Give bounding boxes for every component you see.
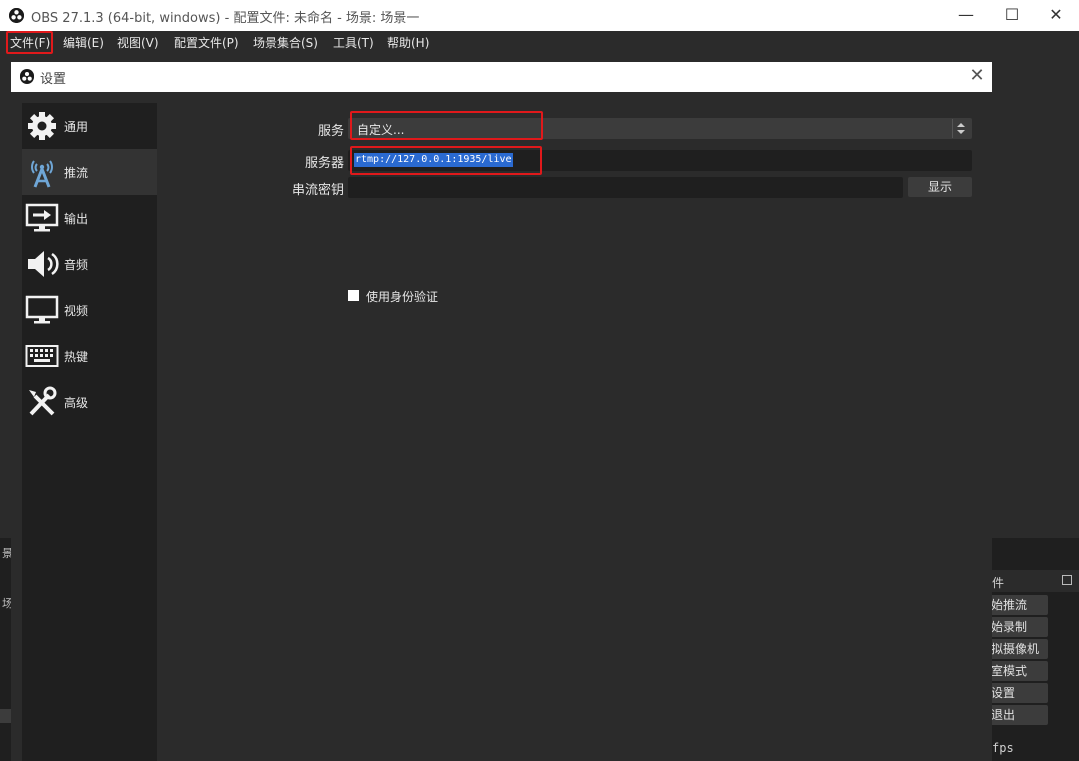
window-titlebar: OBS 27.1.3 (64-bit, windows) - 配置文件: 未命名… — [0, 0, 1079, 31]
output-monitor-arrow-icon — [25, 202, 59, 234]
broadcast-antenna-icon — [25, 156, 59, 188]
use-auth-label[interactable]: 使用身份验证 — [366, 288, 438, 305]
exit-button[interactable]: 退出 — [985, 705, 1048, 725]
show-key-button[interactable]: 显示 — [908, 177, 972, 197]
spin-arrows-icon[interactable] — [952, 119, 970, 138]
start-streaming-button[interactable]: 始推流 — [985, 595, 1048, 615]
tools-icon — [25, 386, 59, 418]
obs-main-window: OBS 27.1.3 (64-bit, windows) - 配置文件: 未命名… — [0, 0, 1079, 761]
menu-tools[interactable]: 工具(T) — [333, 34, 374, 51]
settings-sidebar: 通用 推流 输出 音频 视频 热键 高级 — [22, 103, 157, 761]
virtual-camera-button[interactable]: 拟摄像机 — [985, 639, 1048, 659]
stream-key-input[interactable] — [348, 177, 903, 198]
speaker-icon — [25, 248, 59, 280]
sidebar-item-label: 热键 — [64, 350, 89, 364]
settings-titlebar: 设置 ✕ — [11, 62, 992, 92]
sidebar-item-audio[interactable]: 音频 — [22, 241, 157, 287]
sidebar-item-stream[interactable]: 推流 — [22, 149, 157, 195]
settings-button[interactable]: 设置 — [985, 683, 1048, 703]
settings-title: 设置 — [40, 72, 67, 87]
window-title: OBS 27.1.3 (64-bit, windows) - 配置文件: 未命名… — [31, 11, 420, 26]
obs-logo-icon — [9, 8, 24, 23]
sidebar-item-advanced[interactable]: 高级 — [22, 379, 157, 425]
keyboard-icon — [25, 340, 59, 372]
menu-bar: 文件(F) 编辑(E) 视图(V) 配置文件(P) 场景集合(S) 工具(T) … — [0, 31, 1079, 54]
minimize-button[interactable]: — — [943, 0, 989, 31]
use-auth-checkbox[interactable] — [348, 290, 359, 301]
server-highlight — [350, 146, 542, 175]
sidebar-item-label: 输出 — [64, 212, 89, 226]
studio-mode-button[interactable]: 室模式 — [985, 661, 1048, 681]
settings-dialog: 设置 ✕ 通用 推流 输出 音频 视频 热键 高级 服务 自定义... 服务器 … — [11, 62, 992, 761]
maximize-button[interactable]: ☐ — [989, 0, 1035, 31]
monitor-icon — [25, 294, 59, 326]
chevron-down-icon — [957, 130, 965, 134]
dock-float-icon[interactable] — [1062, 575, 1072, 585]
menu-profile[interactable]: 配置文件(P) — [174, 34, 239, 51]
chevron-up-icon — [957, 123, 965, 127]
sidebar-item-video[interactable]: 视频 — [22, 287, 157, 333]
stream-key-label: 串流密钥 — [292, 183, 345, 198]
menu-help[interactable]: 帮助(H) — [387, 34, 429, 51]
sidebar-item-output[interactable]: 输出 — [22, 195, 157, 241]
gear-icon — [25, 110, 59, 142]
scenes-dock-edge — [0, 538, 11, 761]
server-label: 服务器 — [305, 156, 345, 171]
sidebar-item-label: 通用 — [64, 120, 89, 134]
fps-readout: fps — [992, 741, 1014, 755]
file-menu-highlight — [6, 31, 53, 54]
sidebar-item-label: 推流 — [64, 166, 89, 180]
sidebar-item-label: 高级 — [64, 396, 89, 410]
scenes-dock-button[interactable] — [0, 709, 11, 723]
menu-edit[interactable]: 编辑(E) — [63, 34, 104, 51]
obs-logo-icon — [20, 69, 34, 84]
menu-view[interactable]: 视图(V) — [117, 34, 159, 51]
start-recording-button[interactable]: 始录制 — [985, 617, 1048, 637]
sidebar-item-general[interactable]: 通用 — [22, 103, 157, 149]
sidebar-item-label: 视频 — [64, 304, 89, 318]
settings-close-button[interactable]: ✕ — [966, 65, 988, 87]
menu-scene-collection[interactable]: 场景集合(S) — [253, 34, 318, 51]
service-label: 服务 — [318, 124, 345, 139]
service-highlight — [350, 111, 543, 140]
sidebar-item-hotkeys[interactable]: 热键 — [22, 333, 157, 379]
controls-dock-title: 件 — [992, 576, 1005, 590]
sidebar-item-label: 音频 — [64, 258, 89, 272]
close-window-button[interactable]: ✕ — [1033, 0, 1079, 31]
